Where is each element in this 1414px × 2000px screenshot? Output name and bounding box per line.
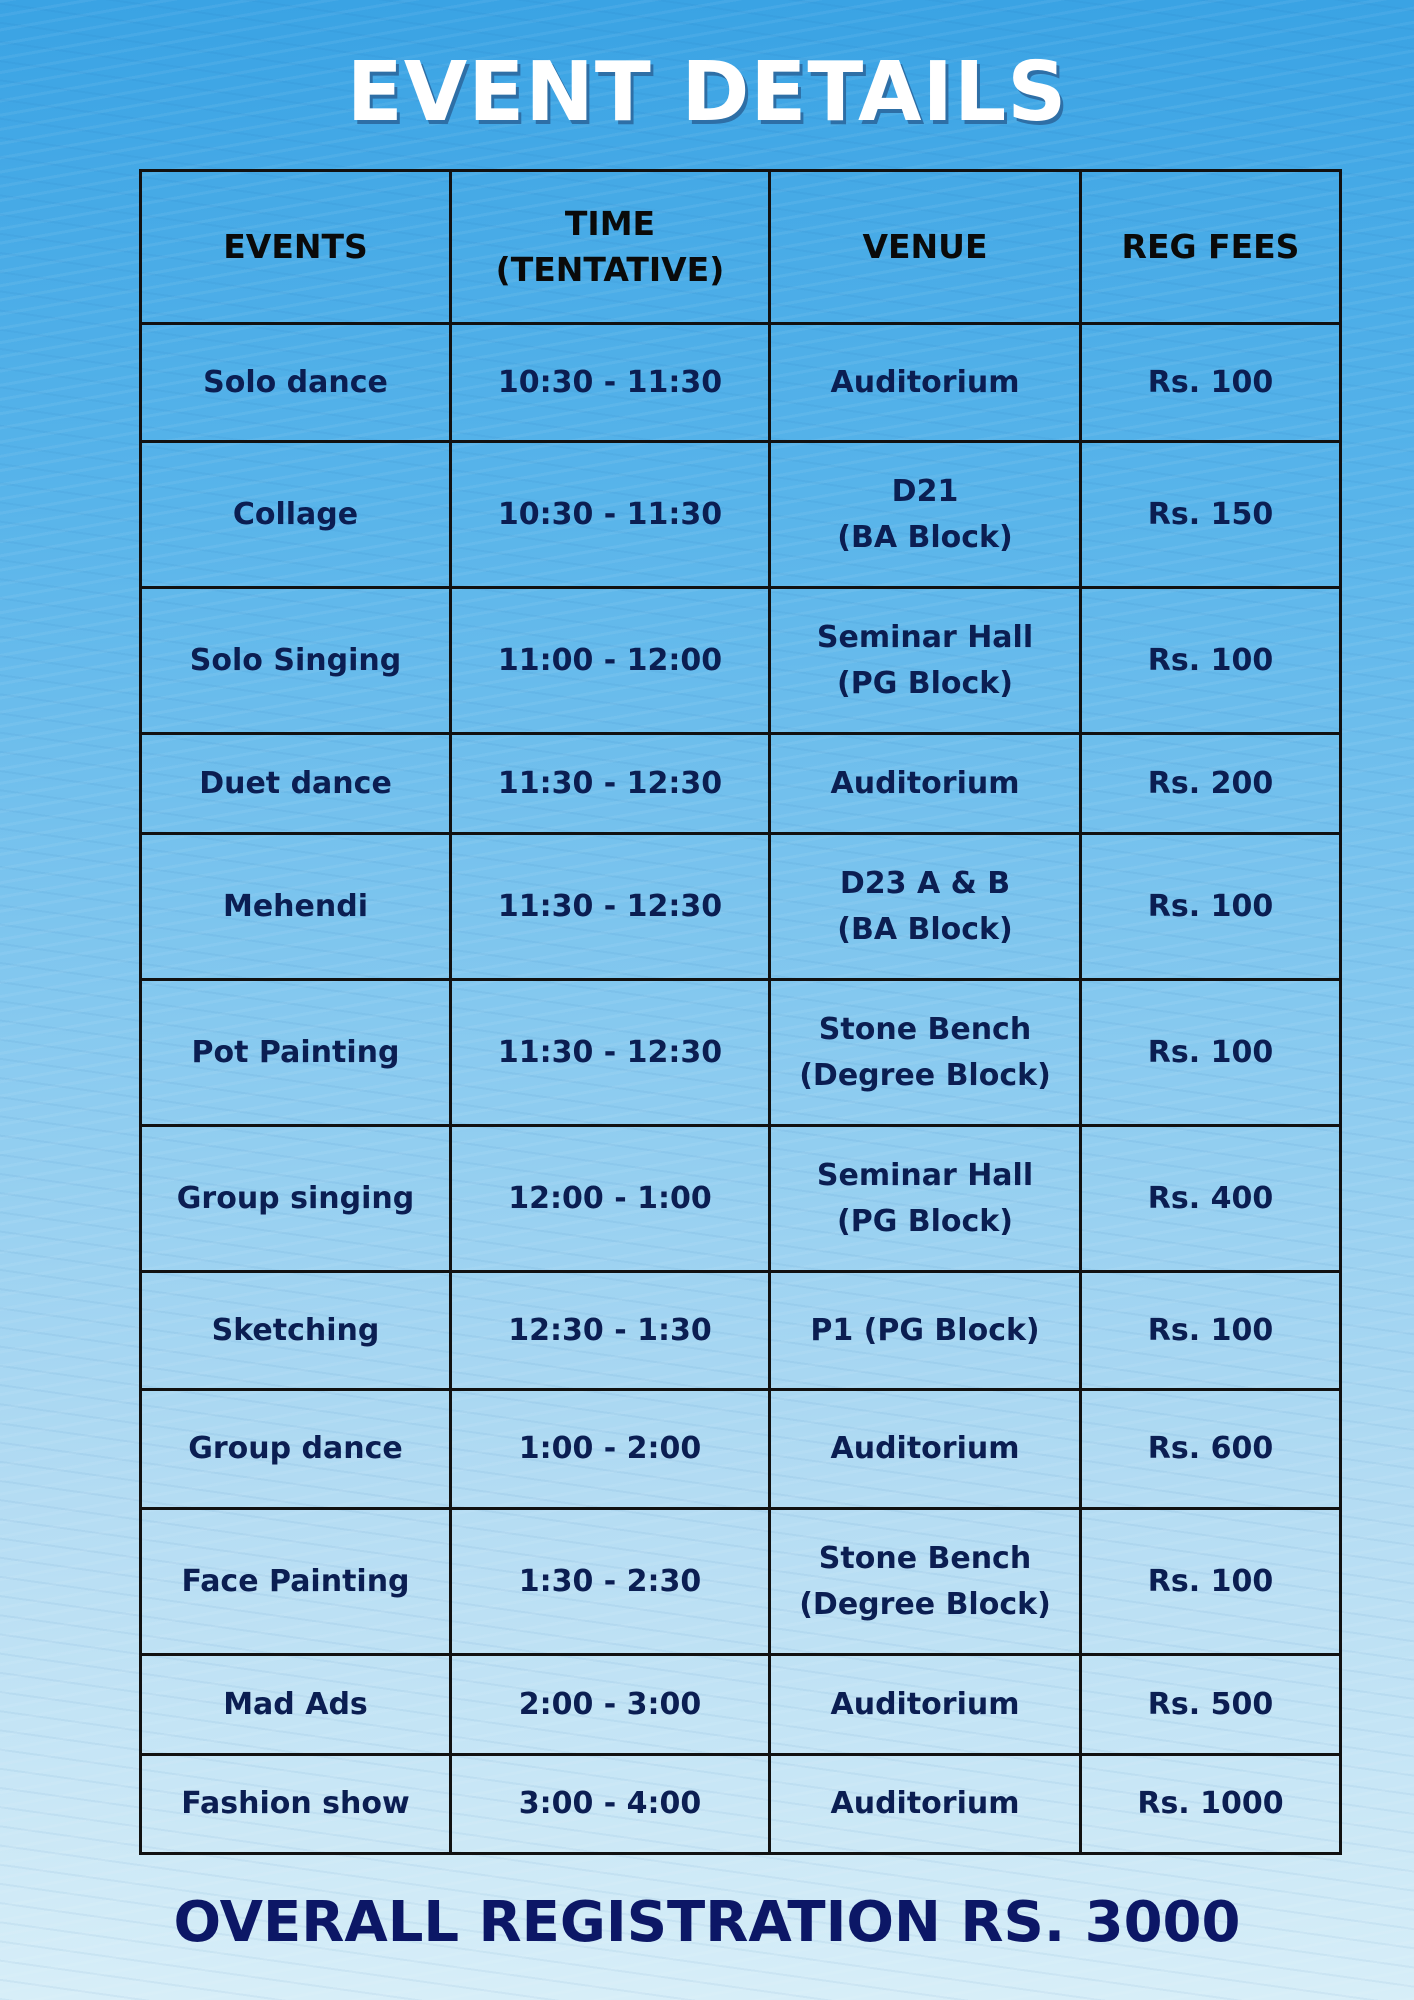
venue-line1: P1 (PG Block) bbox=[810, 1312, 1040, 1348]
venue-line1: D23 A & B bbox=[839, 865, 1011, 901]
table-row: Group dance 1:00 - 2:00 Auditorium Rs. 6… bbox=[139, 1388, 1342, 1510]
venue-line2: (PG Block) bbox=[837, 665, 1013, 701]
event-fee: Rs. 100 bbox=[1079, 1507, 1342, 1656]
table-row: Mad Ads 2:00 - 3:00 Auditorium Rs. 500 bbox=[139, 1653, 1342, 1756]
header-events: EVENTS bbox=[139, 169, 452, 325]
venue-line1: Auditorium bbox=[830, 765, 1020, 801]
page-title: EVENT DETAILS bbox=[346, 45, 1068, 140]
header-venue: VENUE bbox=[768, 169, 1082, 325]
event-venue: Stone Bench (Degree Block) bbox=[768, 978, 1082, 1127]
event-venue: Auditorium bbox=[768, 1753, 1082, 1855]
event-name: Face Painting bbox=[139, 1507, 452, 1656]
event-name: Solo Singing bbox=[139, 586, 452, 735]
header-time-line2: (TENTATIVE) bbox=[495, 250, 725, 289]
event-venue: Stone Bench (Degree Block) bbox=[768, 1507, 1082, 1656]
event-time: 11:30 - 12:30 bbox=[449, 832, 771, 981]
table-header-row: EVENTS TIME (TENTATIVE) VENUE REG FEES bbox=[139, 169, 1342, 325]
event-time: 10:30 - 11:30 bbox=[449, 322, 771, 443]
event-venue: D23 A & B (BA Block) bbox=[768, 832, 1082, 981]
event-fee: Rs. 200 bbox=[1079, 732, 1342, 835]
header-fees: REG FEES bbox=[1079, 169, 1342, 325]
event-fee: Rs. 400 bbox=[1079, 1124, 1342, 1273]
event-time: 2:00 - 3:00 bbox=[449, 1653, 771, 1756]
event-name: Duet dance bbox=[139, 732, 452, 835]
table-row: Duet dance 11:30 - 12:30 Auditorium Rs. … bbox=[139, 732, 1342, 835]
event-name: Group singing bbox=[139, 1124, 452, 1273]
event-time: 11:00 - 12:00 bbox=[449, 586, 771, 735]
table-row: Mehendi 11:30 - 12:30 D23 A & B (BA Block… bbox=[139, 832, 1342, 981]
event-name: Mad Ads bbox=[139, 1653, 452, 1756]
event-time: 11:30 - 12:30 bbox=[449, 732, 771, 835]
event-table: EVENTS TIME (TENTATIVE) VENUE REG FEES S… bbox=[139, 169, 1342, 1855]
event-name: Mehendi bbox=[139, 832, 452, 981]
event-fee: Rs. 100 bbox=[1079, 832, 1342, 981]
table-row: Fashion show 3:00 - 4:00 Auditorium Rs. … bbox=[139, 1753, 1342, 1855]
event-name: Group dance bbox=[139, 1388, 452, 1510]
table-row: Sketching 12:30 - 1:30 P1 (PG Block) Rs.… bbox=[139, 1270, 1342, 1391]
event-time: 12:00 - 1:00 bbox=[449, 1124, 771, 1273]
header-time-line1: TIME bbox=[564, 204, 656, 243]
event-time: 12:30 - 1:30 bbox=[449, 1270, 771, 1391]
venue-line1: Auditorium bbox=[830, 1686, 1020, 1722]
venue-line1: Auditorium bbox=[830, 1786, 1020, 1821]
event-venue: D21 (BA Block) bbox=[768, 440, 1082, 589]
venue-line2: (Degree Block) bbox=[799, 1586, 1051, 1622]
event-fee: Rs. 100 bbox=[1079, 1270, 1342, 1391]
overall-registration: OVERALL REGISTRATION RS. 3000 bbox=[173, 1890, 1241, 1955]
event-fee: Rs. 1000 bbox=[1079, 1753, 1342, 1855]
event-name: Fashion show bbox=[139, 1753, 452, 1855]
venue-line2: (BA Block) bbox=[837, 519, 1013, 555]
event-fee: Rs. 100 bbox=[1079, 978, 1342, 1127]
event-time: 1:30 - 2:30 bbox=[449, 1507, 771, 1656]
venue-line2: (BA Block) bbox=[837, 911, 1013, 947]
event-fee: Rs. 150 bbox=[1079, 440, 1342, 589]
table-row: Solo dance 10:30 - 11:30 Auditorium Rs. … bbox=[139, 322, 1342, 443]
event-fee: Rs. 500 bbox=[1079, 1653, 1342, 1756]
event-name: Sketching bbox=[139, 1270, 452, 1391]
table-row: Group singing 12:00 - 1:00 Seminar Hall (… bbox=[139, 1124, 1342, 1273]
venue-line1: Stone Bench bbox=[818, 1540, 1032, 1576]
venue-line1: Auditorium bbox=[830, 1431, 1020, 1466]
event-time: 11:30 - 12:30 bbox=[449, 978, 771, 1127]
event-fee: Rs. 100 bbox=[1079, 586, 1342, 735]
venue-line1: Stone Bench bbox=[818, 1011, 1032, 1047]
event-fee: Rs. 600 bbox=[1079, 1388, 1342, 1510]
venue-line1: D21 bbox=[891, 473, 959, 509]
event-venue: Auditorium bbox=[768, 322, 1082, 443]
event-venue: P1 (PG Block) bbox=[768, 1270, 1082, 1391]
venue-line2: (PG Block) bbox=[837, 1203, 1013, 1239]
event-venue: Auditorium bbox=[768, 1653, 1082, 1756]
venue-line1: Seminar Hall bbox=[816, 619, 1034, 655]
event-fee: Rs. 100 bbox=[1079, 322, 1342, 443]
venue-line2: (Degree Block) bbox=[799, 1057, 1051, 1093]
venue-line1: Auditorium bbox=[830, 364, 1020, 400]
header-time: TIME (TENTATIVE) bbox=[449, 169, 771, 325]
table-row: Face Painting 1:30 - 2:30 Stone Bench (De… bbox=[139, 1507, 1342, 1656]
event-venue: Auditorium bbox=[768, 1388, 1082, 1510]
event-time: 1:00 - 2:00 bbox=[449, 1388, 771, 1510]
event-time: 3:00 - 4:00 bbox=[449, 1753, 771, 1855]
event-name: Solo dance bbox=[139, 322, 452, 443]
table-row: Solo Singing 11:00 - 12:00 Seminar Hall (… bbox=[139, 586, 1342, 735]
table-row: Pot Painting 11:30 - 12:30 Stone Bench (D… bbox=[139, 978, 1342, 1127]
event-name: Collage bbox=[139, 440, 452, 589]
event-time: 10:30 - 11:30 bbox=[449, 440, 771, 589]
venue-line1: Seminar Hall bbox=[816, 1157, 1034, 1193]
event-venue: Seminar Hall (PG Block) bbox=[768, 586, 1082, 735]
event-name: Pot Painting bbox=[139, 978, 452, 1127]
table-row: Collage 10:30 - 11:30 D21 (BA Block) Rs. … bbox=[139, 440, 1342, 589]
event-venue: Seminar Hall (PG Block) bbox=[768, 1124, 1082, 1273]
event-venue: Auditorium bbox=[768, 732, 1082, 835]
